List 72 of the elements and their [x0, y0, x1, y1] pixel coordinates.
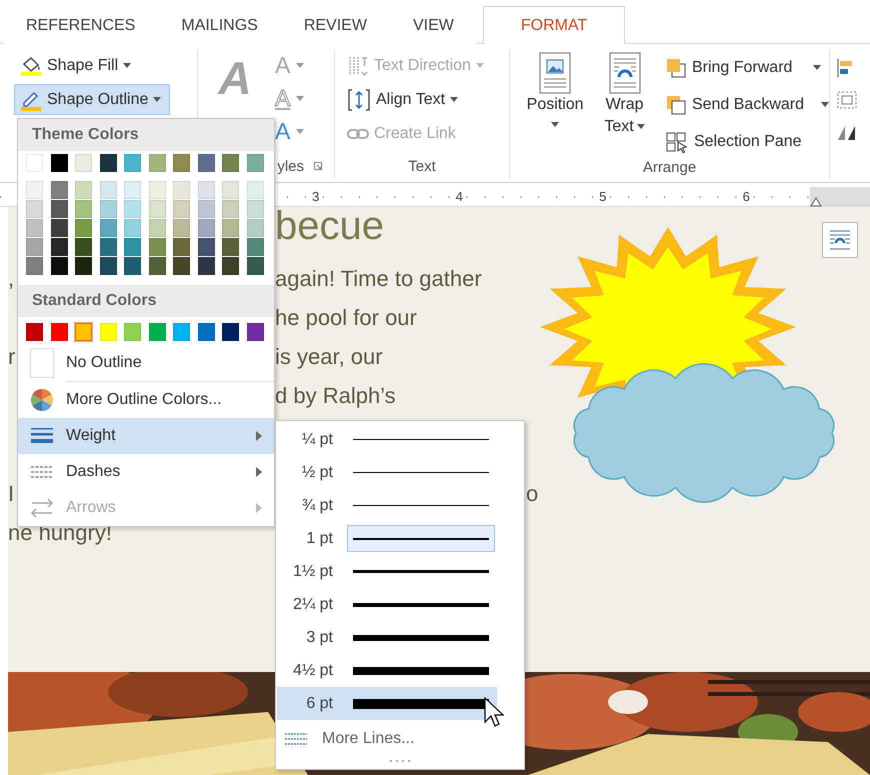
document-text: , [8, 265, 14, 293]
bring-forward-icon [664, 56, 687, 78]
link-icon [347, 126, 369, 140]
caret-icon [476, 63, 484, 68]
ribbon-button[interactable]: Wrap Text [597, 50, 652, 157]
group-label: Text [408, 158, 436, 174]
selection-pane-icon [664, 130, 689, 152]
document-text: he pool for our [275, 304, 417, 332]
ribbon-button[interactable]: Position [516, 50, 594, 157]
layout-options-button[interactable] [822, 222, 858, 258]
resize-grip-icon [390, 760, 410, 763]
menu-item[interactable]: 2¼ pt [277, 588, 497, 621]
ribbon-button[interactable]: Shape Outline [14, 84, 170, 115]
group-icon [836, 90, 858, 110]
caret-icon [821, 102, 829, 107]
text-direction-icon [347, 54, 369, 76]
caret-icon [123, 63, 132, 68]
menu-item[interactable]: ¾ pt [277, 489, 497, 522]
paint-bucket-icon [20, 54, 42, 76]
layout-options-icon [828, 229, 852, 251]
wrap-text-icon [608, 52, 641, 94]
menu-item[interactable]: 3 pt [277, 621, 497, 654]
menu-item[interactable]: More Lines... [276, 722, 524, 756]
caret-icon [153, 97, 162, 102]
position-icon [539, 52, 572, 94]
caret-icon [813, 65, 822, 70]
caret-icon [450, 97, 458, 102]
dialog-launcher-icon [314, 162, 322, 170]
align-text-icon [347, 88, 371, 112]
menu-item[interactable]: ¼ pt [277, 423, 497, 456]
ribbon-button[interactable]: Bring Forward [658, 52, 800, 83]
menu-item[interactable]: 1½ pt [277, 555, 497, 588]
document-title: becue [275, 207, 384, 248]
menu-header: Theme Colors [18, 119, 274, 151]
document-text: is year, our [275, 343, 383, 371]
document-text: again! Time to gather [275, 265, 482, 293]
menu-item[interactable]: ½ pt [277, 456, 497, 489]
ribbon-button[interactable]: Selection Pane [658, 126, 809, 157]
ribbon-button[interactable]: Align Text [341, 84, 466, 115]
more-lines-icon [285, 732, 307, 746]
submenu-arrow-icon [256, 467, 262, 477]
send-backward-icon [664, 94, 687, 116]
menu-header: Standard Colors [18, 285, 274, 317]
ribbon-button[interactable]: Send Backward [658, 89, 811, 120]
caret-icon [296, 96, 304, 101]
pointer-icon [484, 697, 504, 729]
color-wheel-icon [30, 388, 54, 412]
caret-icon [636, 124, 645, 130]
ribbon-button[interactable]: Shape Fill [14, 50, 138, 81]
menu-item[interactable]: 4½ pt [277, 654, 497, 687]
group-label: Arrange [642, 159, 696, 176]
dashes-icon [31, 465, 53, 479]
caret-icon [296, 129, 304, 134]
empty-swatch-icon [30, 348, 54, 378]
color-swatch[interactable] [75, 323, 92, 341]
submenu-arrow-icon [256, 431, 262, 441]
arrows-icon [30, 497, 54, 519]
group-label: yles [277, 158, 304, 174]
menu-item[interactable]: Dashes [18, 454, 274, 490]
document-text: d by Ralph’s [275, 382, 396, 410]
document-text: o [526, 480, 538, 508]
caret-icon [296, 63, 304, 68]
submenu-arrow-icon [256, 503, 262, 513]
menu-item[interactable]: 6 pt [277, 687, 497, 720]
line-weight-icon [31, 427, 53, 445]
menu-item[interactable]: Weight [18, 418, 274, 454]
menu-item[interactable]: More Outline Colors... [18, 382, 274, 418]
caret-icon [551, 122, 560, 127]
ribbon-tab[interactable]: FORMAT [482, 6, 626, 44]
menu-item[interactable]: No Outline [18, 345, 274, 381]
document-text: r [8, 343, 16, 371]
document-text: I [8, 480, 14, 508]
